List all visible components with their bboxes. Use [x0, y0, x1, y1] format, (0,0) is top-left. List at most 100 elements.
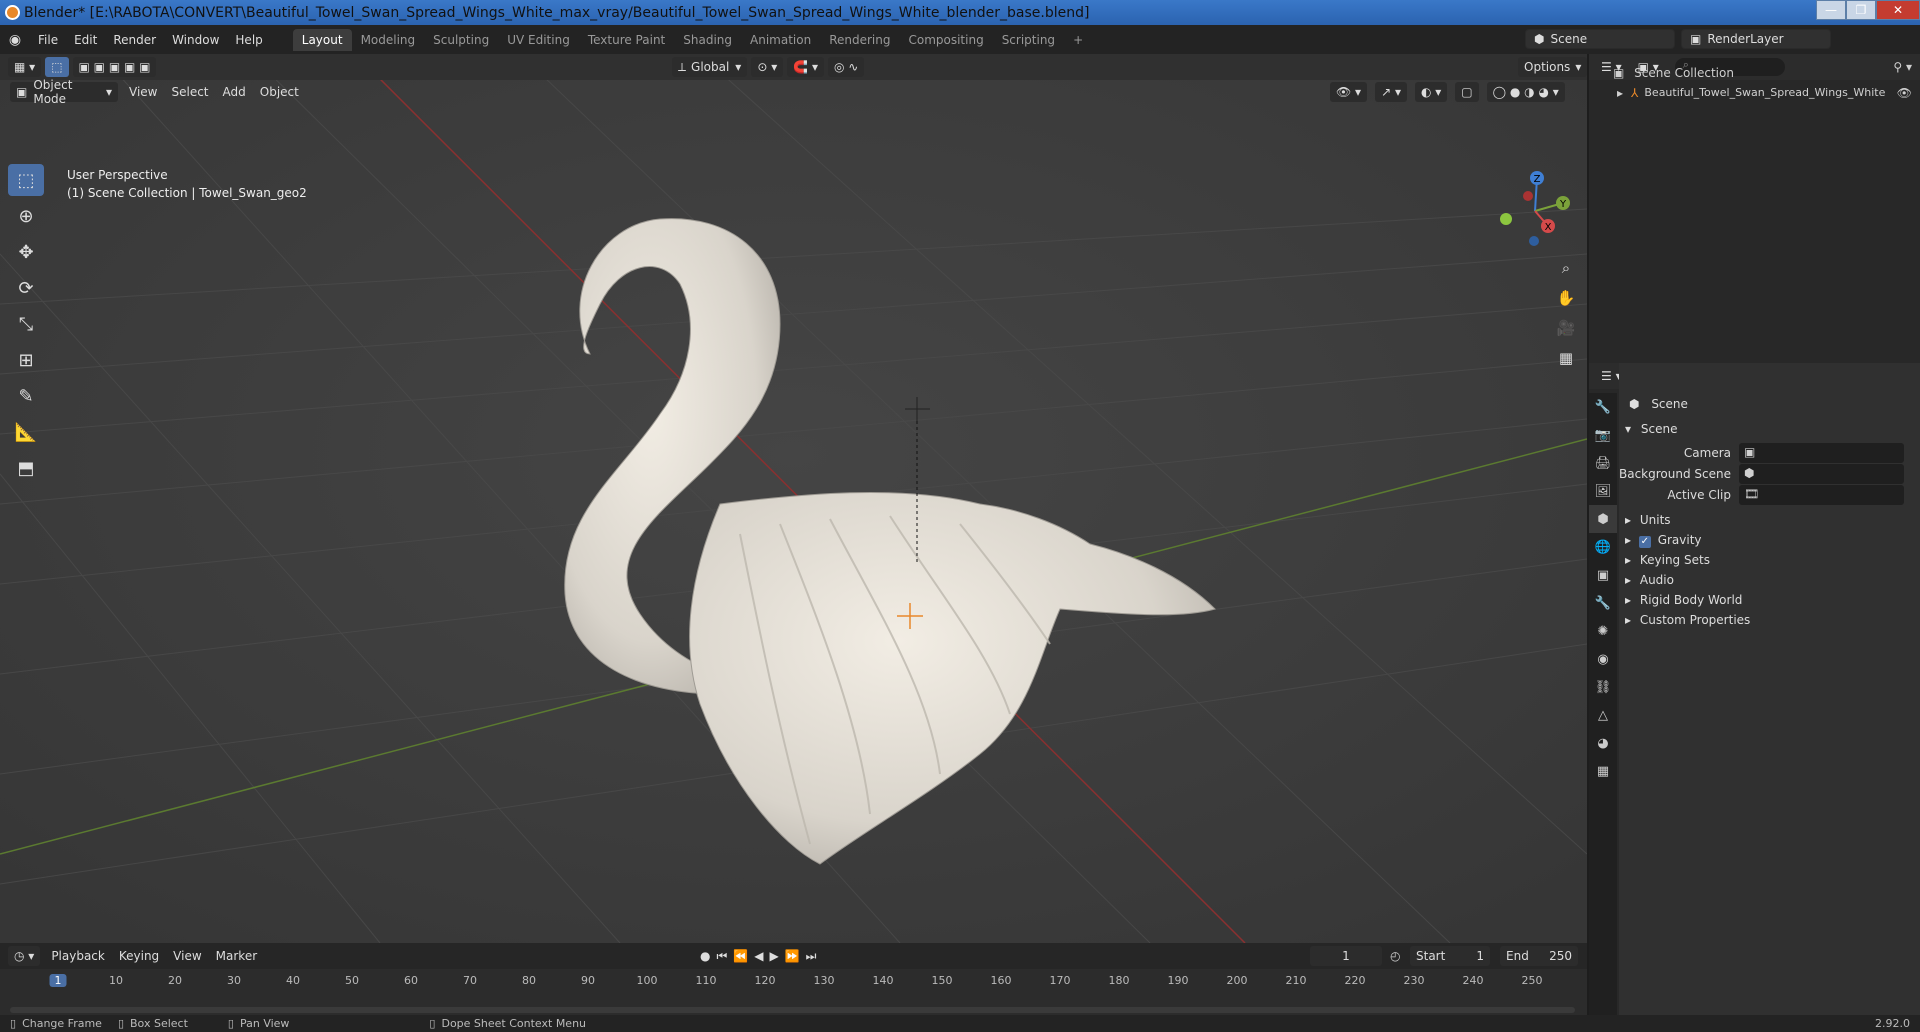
proportional-edit-button[interactable]: ◎ ∿ [828, 57, 865, 77]
timeline-menu-playback[interactable]: Playback [44, 949, 112, 963]
tab-sculpting[interactable]: Sculpting [424, 29, 498, 51]
tab-shading[interactable]: Shading [674, 29, 741, 51]
scene-tab-icon[interactable]: ⬢ [1589, 505, 1617, 533]
tab-modeling[interactable]: Modeling [352, 29, 425, 51]
tab-scripting[interactable]: Scripting [993, 29, 1064, 51]
ortho-toggle-icon[interactable]: ▦ [1552, 344, 1580, 372]
play-icon[interactable]: ▶ [769, 949, 778, 964]
visibility-toggle-icon[interactable]: 👁 ▾ [1330, 82, 1368, 102]
pan-view-icon[interactable]: ✋ [1552, 284, 1580, 312]
jump-end-icon[interactable]: ⏭ [806, 949, 817, 964]
timeline-scrollbar[interactable] [10, 1007, 1575, 1013]
record-icon[interactable]: ● [700, 949, 710, 964]
menu-edit[interactable]: Edit [66, 33, 105, 47]
world-tab-icon[interactable]: 🌐 [1589, 533, 1617, 561]
scale-tool-icon[interactable]: ⤡ [8, 308, 44, 340]
menu-window[interactable]: Window [164, 33, 227, 47]
3d-viewport[interactable]: ▦ ▾ ⬚ ▣ ▣ ▣ ▣ ▣ ⟂ Global ▾ ⊙ ▾ 🧲 ▾ ◎ ∿ O… [0, 54, 1587, 943]
timeline-editor-type-button[interactable]: ◷ ▾ [8, 946, 41, 966]
viewport-menu-select[interactable]: Select [164, 85, 215, 99]
camera-view-icon[interactable]: 🎥 [1552, 314, 1580, 342]
prev-keyframe-icon[interactable]: ⏪ [733, 949, 748, 964]
outliner-item-row[interactable]: ▸ ⅄ Beautiful_Towel_Swan_Spread_Wings_Wh… [1617, 86, 1912, 100]
section-audio[interactable]: ▸ Audio [1625, 573, 1674, 587]
filter-icon[interactable]: ⚲ ▾ [1893, 60, 1912, 74]
output-tab-icon[interactable]: 🖨 [1589, 449, 1617, 477]
gravity-checkbox[interactable]: ✓ [1638, 536, 1651, 548]
camera-field[interactable]: ▣ [1739, 443, 1904, 463]
texture-tab-icon[interactable]: ▦ [1589, 757, 1617, 785]
physics-tab-icon[interactable]: ◉ [1589, 645, 1617, 673]
constraints-tab-icon[interactable]: ⛓ [1589, 673, 1617, 701]
modifier-tab-icon[interactable]: 🔧 [1589, 589, 1617, 617]
tab-animation[interactable]: Animation [741, 29, 820, 51]
measure-tool-icon[interactable]: 📐 [8, 416, 44, 448]
xray-toggle-icon[interactable]: ▢ [1455, 82, 1479, 102]
blender-menu-icon[interactable]: ◉ [0, 32, 30, 48]
timeline-menu-view[interactable]: View [166, 949, 208, 963]
renderlayer-selector[interactable]: ▣ RenderLayer [1681, 29, 1831, 49]
end-frame-field[interactable]: End 250 [1500, 946, 1578, 966]
next-keyframe-icon[interactable]: ⏩ [785, 949, 800, 964]
section-keying-sets[interactable]: ▸ Keying Sets [1625, 553, 1710, 567]
timeline-menu-keying[interactable]: Keying [112, 949, 166, 963]
tab-layout[interactable]: Layout [292, 28, 352, 51]
section-rigid-body-world[interactable]: ▸ Rigid Body World [1625, 593, 1742, 607]
viewport-menu-add[interactable]: Add [216, 85, 253, 99]
jump-start-icon[interactable]: ⏮ [716, 949, 727, 964]
annotate-tool-icon[interactable]: ✎ [8, 380, 44, 412]
rotate-tool-icon[interactable]: ⟳ [8, 272, 44, 304]
tab-texture-paint[interactable]: Texture Paint [579, 29, 674, 51]
zoom-view-icon[interactable]: ⌕ [1552, 254, 1580, 282]
pivot-point-button[interactable]: ⊙ ▾ [751, 57, 784, 77]
section-custom-properties[interactable]: ▸ Custom Properties [1625, 613, 1750, 627]
background-scene-field[interactable]: ⬢ [1739, 464, 1904, 484]
section-units[interactable]: ▸ Units [1625, 513, 1671, 527]
particles-tab-icon[interactable]: ✺ [1589, 617, 1617, 645]
cursor-tool-icon[interactable]: ⊕ [8, 200, 44, 232]
transform-tool-icon[interactable]: ⊞ [8, 344, 44, 376]
data-tab-icon[interactable]: △ [1589, 701, 1617, 729]
current-frame-field[interactable]: 1 [1310, 946, 1382, 966]
tab-rendering[interactable]: Rendering [820, 29, 899, 51]
selection-mode-buttons[interactable]: ▣ ▣ ▣ ▣ ▣ [72, 57, 157, 77]
shading-mode-buttons[interactable]: ◯ ● ◑ ◕ ▾ [1486, 82, 1565, 102]
tab-compositing[interactable]: Compositing [899, 29, 992, 51]
playhead[interactable]: 1 [49, 974, 67, 987]
render-tab-icon[interactable]: 📷 [1589, 421, 1617, 449]
menu-help[interactable]: Help [227, 33, 270, 47]
tool-tab-icon[interactable]: 🔧 [1589, 393, 1617, 421]
overlay-toggle-icon[interactable]: ◐ ▾ [1414, 82, 1448, 102]
close-button[interactable]: ✕ [1876, 0, 1920, 20]
editor-type-button[interactable]: ▦ ▾ [8, 57, 42, 77]
start-frame-field[interactable]: Start 1 [1410, 946, 1490, 966]
section-gravity[interactable]: ▸ ✓ Gravity [1625, 533, 1702, 548]
object-tab-icon[interactable]: ▣ [1589, 561, 1617, 589]
timeline-menu-marker[interactable]: Marker [209, 949, 264, 963]
material-tab-icon[interactable]: ◕ [1589, 729, 1617, 757]
play-reverse-icon[interactable]: ◀ [754, 949, 763, 964]
tab-uv-editing[interactable]: UV Editing [498, 29, 579, 51]
scene-panel-header[interactable]: ▾ Scene [1625, 422, 1677, 436]
menu-file[interactable]: File [30, 33, 66, 47]
view-layer-tab-icon[interactable]: 🖼 [1589, 477, 1617, 505]
eye-icon[interactable]: 👁 [1897, 86, 1912, 100]
select-tool-icon[interactable]: ⬚ [45, 57, 69, 77]
add-workspace-button[interactable]: + [1064, 29, 1092, 51]
viewport-menu-object[interactable]: Object [253, 85, 306, 99]
active-clip-field[interactable]: 🎞 [1739, 485, 1904, 505]
timeline-ruler[interactable]: 1 10 20 30 40 50 60 70 80 90 100 110 120 130 140 150 160… [0, 971, 1587, 993]
minimize-button[interactable]: — [1816, 0, 1846, 20]
transform-orientation-dropdown[interactable]: ⟂ Global ▾ [672, 57, 748, 77]
gizmo-toggle-icon[interactable]: ↗ ▾ [1375, 82, 1407, 102]
add-cube-tool-icon[interactable]: ⬒ [8, 452, 44, 484]
maximize-button[interactable]: ❐ [1846, 0, 1876, 20]
scene-selector[interactable]: ⬢ Scene [1525, 29, 1675, 49]
viewport-menu-view[interactable]: View [122, 85, 164, 99]
navigation-gizmo[interactable]: Z Y X [1490, 166, 1580, 256]
outliner-root-row[interactable]: ▣ Scene Collection [1613, 66, 1734, 80]
mode-dropdown[interactable]: ▣ Object Mode ▾ [10, 78, 118, 106]
snap-button[interactable]: 🧲 ▾ [787, 57, 825, 77]
select-box-tool-icon[interactable]: ⬚ [8, 164, 44, 196]
move-tool-icon[interactable]: ✥ [8, 236, 44, 268]
